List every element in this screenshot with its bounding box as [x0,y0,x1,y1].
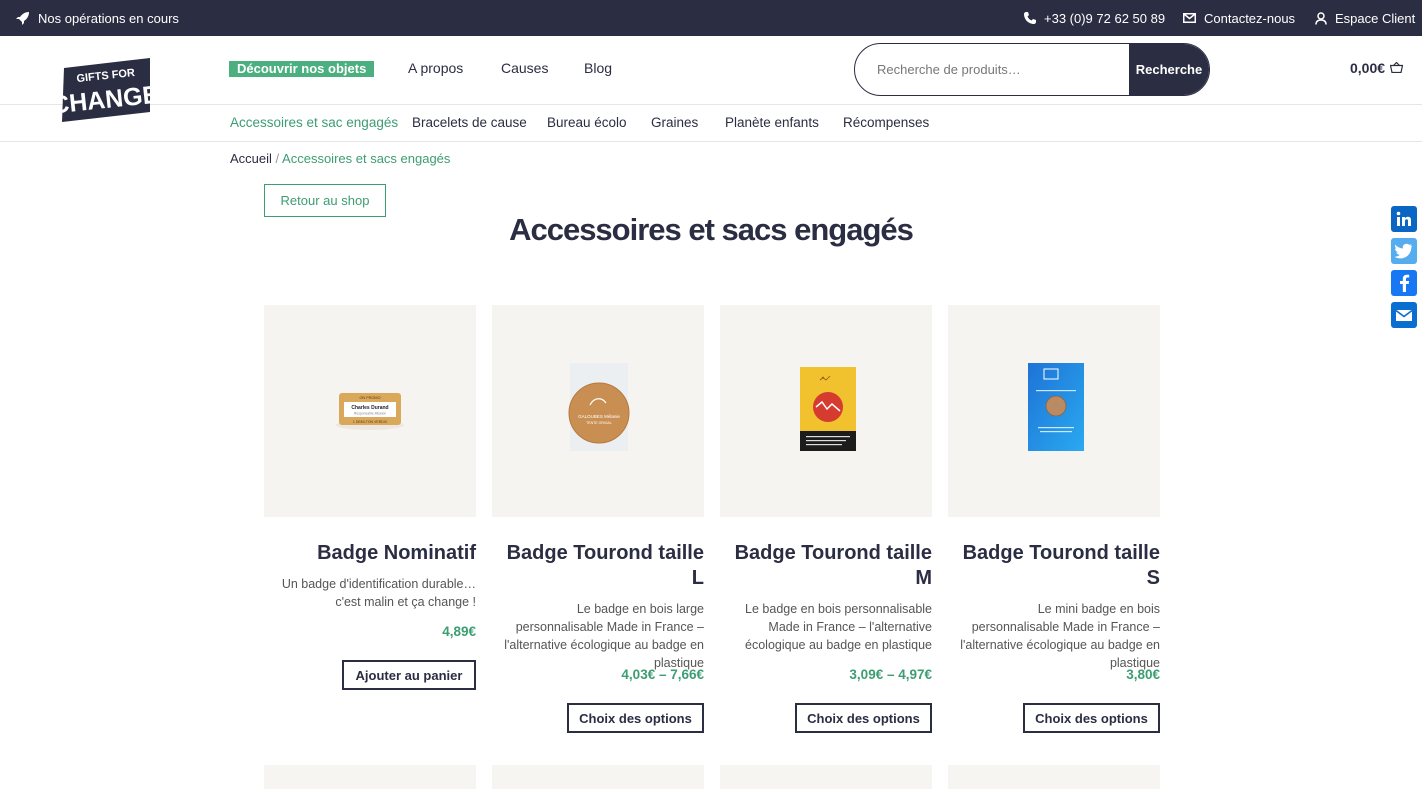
choose-options-button[interactable]: Choix des options [1023,703,1160,733]
product-name[interactable]: Badge Tourond taille L [492,541,704,591]
phone-icon [1024,12,1036,24]
product-description: Le badge en bois large personnalisable M… [504,602,704,670]
category-accessoires[interactable]: Accessoires et sac engagés [230,115,398,130]
product-image[interactable] [948,305,1160,517]
product-price: 4,89€ [442,624,476,639]
nav-causes[interactable]: Causes [501,60,548,76]
email-icon[interactable] [1391,302,1417,328]
product-card[interactable]: GALOUBES Mélanie TENTE ORIGAL Badge Tour… [492,305,704,733]
search-button[interactable]: Recherche [1129,44,1209,95]
product-image[interactable] [720,305,932,517]
category-bureau[interactable]: Bureau écolo [547,115,627,130]
product-image[interactable]: GALOUBES Mélanie TENTE ORIGAL [492,305,704,517]
product-image-next-row[interactable] [720,765,932,789]
search-input[interactable] [855,44,1131,95]
product-name[interactable]: Badge Tourond taille S [948,541,1160,591]
breadcrumb-home[interactable]: Accueil [230,151,272,166]
category-bracelets[interactable]: Bracelets de cause [412,115,527,130]
wooden-badge-small-image [1028,363,1084,451]
account-label: Espace Client [1335,10,1416,26]
product-description: Le mini badge en bois personnalisable Ma… [960,602,1160,670]
product-image-next-row[interactable] [492,765,704,789]
product-price: 3,80€ [1126,667,1160,682]
product-name[interactable]: Badge Nominatif [264,541,476,566]
wooden-badge-large-image: GALOUBES Mélanie TENTE ORIGAL [568,363,630,451]
category-planete-enfants[interactable]: Planète enfants [725,115,819,130]
wooden-badge-medium-image [800,367,856,451]
cart-link[interactable]: 0,00€ [1350,60,1404,76]
product-image-next-row[interactable] [264,765,476,789]
nav-blog[interactable]: Blog [584,60,612,76]
discover-objects-link[interactable]: Découvrir nos objets [229,61,375,77]
linkedin-icon[interactable] [1391,206,1417,232]
product-image[interactable]: ON PROMO Charles Durand Responsable Miss… [264,305,476,517]
choose-options-button[interactable]: Choix des options [567,703,704,733]
contact-link[interactable]: Contactez-nous [1183,0,1295,36]
badge-bottom-text: 1 DEMI-TON VERDIX [353,420,388,424]
badge-top-text: ON PROMO [359,396,380,400]
breadcrumb-current: Accessoires et sacs engagés [282,151,451,166]
badge-role-text: Responsable Mission [354,412,386,416]
cart-total: 0,00€ [1350,60,1386,76]
category-bar: Accessoires et sac engagés Bracelets de … [0,104,1422,142]
phone-link[interactable]: +33 (0)9 72 62 50 89 [1024,0,1165,36]
contact-label: Contactez-nous [1204,10,1296,26]
phone-number: +33 (0)9 72 62 50 89 [1044,10,1166,26]
rocket-icon [16,11,30,25]
add-to-cart-button[interactable]: Ajouter au panier [342,660,476,690]
badge-name-text: Charles Durand [351,405,388,411]
choose-options-button[interactable]: Choix des options [795,703,932,733]
badge-line-2: TENTE ORIGAL [586,421,612,425]
top-bar: Nos opérations en cours +33 (0)9 72 62 5… [0,0,1422,36]
twitter-icon[interactable] [1391,238,1417,264]
product-description: Le badge en bois personnalisable Made in… [745,602,932,652]
badge-line-1: GALOUBES Mélanie [578,414,620,419]
product-image-next-row[interactable] [948,765,1160,789]
product-card[interactable]: Badge Tourond taille M Le badge en bois … [720,305,932,733]
product-card[interactable]: ON PROMO Charles Durand Responsable Miss… [264,305,476,690]
page-title: Accessoires et sacs engagés [509,212,914,247]
product-description: Un badge d'identification durable… c'est… [281,577,476,609]
envelope-icon [1183,13,1196,23]
nav-a-propos[interactable]: A propos [408,60,463,76]
account-link[interactable]: Espace Client [1315,0,1415,36]
category-recompenses[interactable]: Récompenses [843,115,929,130]
breadcrumb-separator: / [271,151,283,166]
facebook-icon[interactable] [1391,270,1417,296]
operations-label: Nos opérations en cours [38,10,179,26]
product-price: 4,03€ – 7,66€ [621,667,704,682]
breadcrumb: Accueil / Accessoires et sacs engagés [230,151,450,166]
product-price: 3,09€ – 4,97€ [849,667,932,682]
product-search: Recherche [854,43,1210,96]
category-graines[interactable]: Graines [651,115,698,130]
product-name[interactable]: Badge Tourond taille M [720,541,932,591]
name-badge-image: ON PROMO Charles Durand Responsable Miss… [336,393,404,430]
operations-link[interactable]: Nos opérations en cours [16,0,179,36]
product-card[interactable]: Badge Tourond taille S Le mini badge en … [948,305,1160,733]
basket-icon [1389,60,1404,76]
user-icon [1315,11,1327,25]
